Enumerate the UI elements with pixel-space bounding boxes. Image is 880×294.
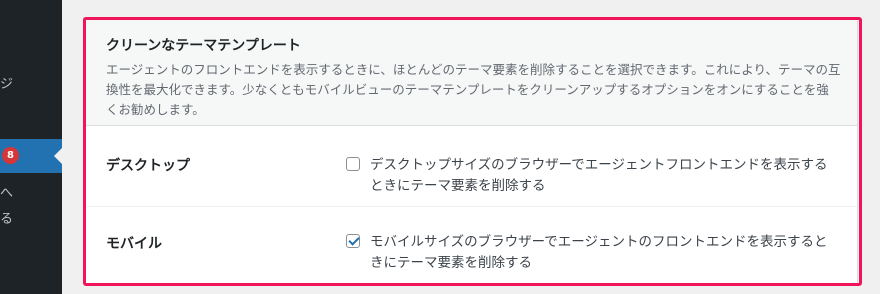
desktop-clean-theme-checkbox[interactable] [346, 157, 360, 171]
setting-row-mobile: モバイル モバイルサイズのブラウザーでエージェントのフロントエンドを表示するとき… [84, 207, 857, 283]
setting-row-desktop: デスクトップ デスクトップサイズのブラウザーでエージェントフロントエンドを表示す… [84, 126, 857, 207]
row-field-desktop: デスクトップサイズのブラウザーでエージェントフロントエンドを表示するときにテーマ… [346, 155, 836, 197]
section-title: クリーンなテーマテンプレート [106, 38, 301, 54]
sidebar-item-fragment[interactable]: る [0, 212, 13, 228]
row-label-mobile: モバイル [106, 236, 162, 252]
sidebar-item-active[interactable]: 8 [0, 139, 62, 173]
sidebar-item-fragment[interactable]: ジ [0, 77, 13, 93]
sidebar-item-fragment[interactable]: へ [0, 186, 13, 202]
row-field-mobile: モバイルサイズのブラウザーでエージェントのフロントエンドを表示するときにテーマ要… [346, 232, 836, 274]
update-count-badge: 8 [2, 147, 19, 164]
mobile-clean-theme-checkbox[interactable] [346, 234, 360, 248]
admin-sidebar: ジ 8 へ る [0, 0, 62, 294]
checkmark-icon [348, 234, 360, 246]
content-gutter [62, 0, 78, 294]
settings-panel: クリーンなテーマテンプレート エージェントのフロントエンドを表示するときに、ほと… [83, 17, 858, 284]
settings-section-header: クリーンなテーマテンプレート エージェントのフロントエンドを表示するときに、ほと… [84, 18, 857, 126]
mobile-option-text[interactable]: モバイルサイズのブラウザーでエージェントのフロントエンドを表示するときにテーマ要… [370, 232, 836, 274]
section-description: エージェントのフロントエンドを表示するときに、ほとんどのテーマ要素を削除すること… [106, 62, 841, 117]
desktop-option-text[interactable]: デスクトップサイズのブラウザーでエージェントフロントエンドを表示するときにテーマ… [370, 155, 836, 197]
row-label-desktop: デスクトップ [106, 158, 190, 174]
